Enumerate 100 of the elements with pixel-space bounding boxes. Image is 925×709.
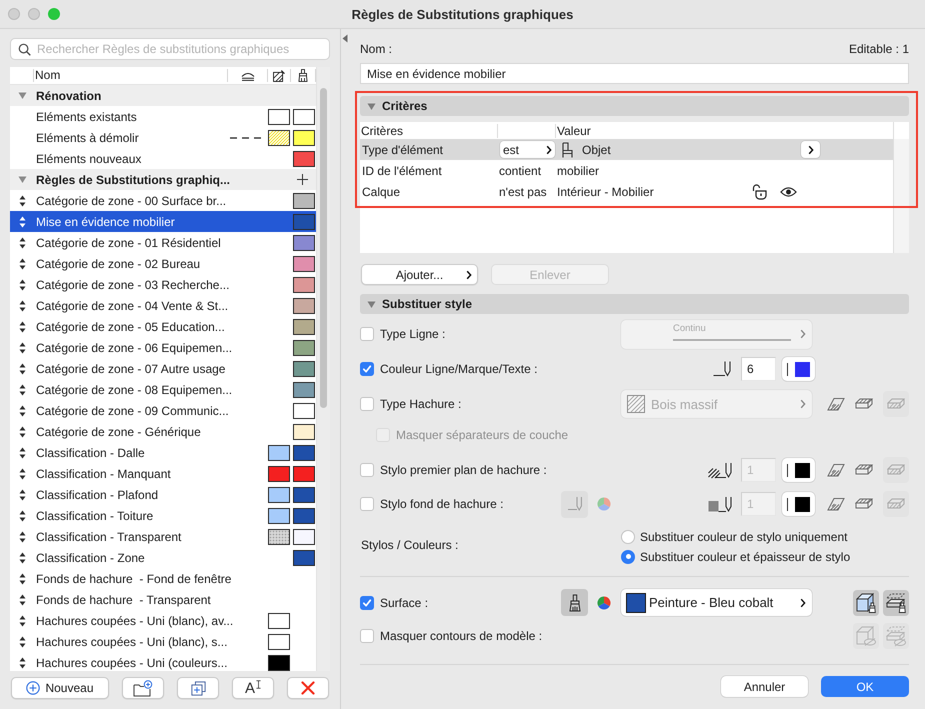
checkbox[interactable] — [360, 463, 374, 477]
drag-handle-icon[interactable] — [19, 488, 26, 500]
search-field[interactable]: Rechercher Règles de substitutions graphiques — [10, 38, 330, 60]
drag-handle-icon[interactable] — [19, 258, 26, 270]
list-item[interactable]: Fonds de hachure - Fond de fenêtre — [10, 568, 316, 589]
section-fill-icon[interactable] — [827, 497, 845, 511]
list-item[interactable]: Hachures coupées - Uni (blanc), av... — [10, 610, 316, 631]
list-item[interactable]: Classification - Transparent — [10, 526, 316, 547]
drag-handle-icon[interactable] — [19, 320, 26, 332]
list-item[interactable]: Classification - Plafond — [10, 484, 316, 505]
unlocked-padlock-icon[interactable] — [752, 184, 768, 200]
list-item[interactable]: Catégorie de zone - 02 Bureau — [10, 253, 316, 274]
drag-handle-icon[interactable] — [19, 278, 26, 290]
list-item[interactable]: Catégorie de zone - 07 Autre usage — [10, 358, 316, 379]
drag-handle-icon[interactable] — [19, 594, 26, 606]
drag-handle-icon[interactable] — [19, 468, 26, 480]
drag-handle-icon[interactable] — [19, 572, 26, 584]
slab-top-icon[interactable] — [855, 397, 873, 411]
list-item[interactable]: Hachures coupées - Uni (blanc), s... — [10, 631, 316, 652]
add-menu-button[interactable]: Ajouter... — [361, 264, 478, 285]
checkbox[interactable] — [360, 397, 374, 411]
drag-handle-icon[interactable] — [19, 446, 26, 458]
radio-button[interactable] — [621, 530, 635, 544]
color-wheel-icon[interactable] — [597, 497, 611, 511]
list-item[interactable]: Catégorie de zone - 09 Communic... — [10, 400, 316, 421]
slab-top-icon[interactable] — [855, 463, 873, 477]
radio-button[interactable] — [621, 550, 635, 564]
scrollbar-thumb[interactable] — [320, 88, 327, 408]
drag-handle-icon[interactable] — [19, 510, 26, 522]
checkbox[interactable] — [360, 497, 374, 511]
group-header[interactable]: Règles de Substitutions graphiq... — [10, 169, 316, 190]
drag-handle-icon[interactable] — [19, 362, 26, 374]
slab-top-icon[interactable] — [855, 497, 873, 511]
rename-button[interactable]: A — [232, 677, 274, 699]
list-item[interactable]: Fonds de hachure - Transparent — [10, 589, 316, 610]
list-item[interactable]: Classification - Zone — [10, 547, 316, 568]
pen-color-button[interactable] — [782, 357, 815, 381]
value-menu-button[interactable] — [801, 141, 820, 158]
drag-handle-icon[interactable] — [19, 236, 26, 248]
drag-handle-icon[interactable] — [19, 530, 26, 542]
drag-handle-icon[interactable] — [19, 426, 26, 438]
brush-icon[interactable] — [298, 69, 308, 82]
group-header[interactable]: Rénovation — [10, 85, 316, 106]
drag-handle-icon[interactable] — [19, 404, 26, 416]
table-row[interactable]: Type d'élément est Objet — [360, 139, 893, 160]
ok-button[interactable]: OK — [821, 676, 909, 697]
list-item[interactable]: Catégorie de zone - 03 Recherche... — [10, 274, 316, 295]
list-item[interactable]: Catégorie de zone - 00 Surface br... — [10, 190, 316, 211]
delete-button[interactable] — [287, 677, 329, 699]
drag-handle-icon[interactable] — [19, 552, 26, 564]
drag-handle-icon[interactable] — [19, 656, 26, 668]
new-folder-button[interactable] — [122, 677, 164, 699]
name-field[interactable]: Mise en évidence mobilier — [360, 63, 909, 84]
column-header[interactable]: Nom — [33, 69, 227, 82]
cube-mode-button[interactable] — [853, 590, 879, 616]
brush-button[interactable] — [561, 589, 588, 616]
list-item[interactable]: Catégorie de zone - 08 Equipemen... — [10, 379, 316, 400]
list-item[interactable]: Eléments nouveaux — [10, 148, 316, 169]
pen-color-button[interactable] — [782, 458, 815, 482]
table-row[interactable]: Calque n'est pas Intérieur - Mobilier — [360, 181, 893, 202]
drag-handle-icon[interactable] — [19, 300, 26, 312]
list-item[interactable]: Hachures coupées - Uni (couleurs... — [10, 652, 316, 671]
pen-color-button[interactable] — [782, 492, 815, 516]
list-item[interactable]: Eléments existants — [10, 106, 316, 127]
color-wheel-icon[interactable] — [597, 596, 611, 610]
list-item[interactable]: Catégorie de zone - 04 Vente & St... — [10, 295, 316, 316]
hatch-icon[interactable] — [273, 70, 285, 82]
new-button[interactable]: Nouveau — [11, 677, 109, 699]
list-item[interactable]: Catégorie de zone - 06 Equipemen... — [10, 337, 316, 358]
drag-handle-icon[interactable] — [19, 384, 26, 396]
list-item[interactable]: Classification - Dalle — [10, 442, 316, 463]
column-header[interactable]: Critères — [360, 124, 497, 138]
list-item[interactable]: Catégorie de zone - 05 Education... — [10, 316, 316, 337]
drag-handle-icon[interactable] — [19, 194, 26, 206]
cancel-button[interactable]: Annuler — [721, 676, 808, 697]
checkbox[interactable] — [360, 362, 374, 376]
table-row[interactable]: ID de l'élément contient mobilier — [360, 160, 893, 181]
drag-handle-icon[interactable] — [19, 636, 26, 648]
drag-handle-icon[interactable] — [19, 342, 26, 354]
collapse-icon[interactable] — [342, 34, 348, 43]
list-item[interactable]: Catégorie de zone - Générique — [10, 421, 316, 442]
pen-number-field[interactable]: 6 — [741, 357, 776, 381]
list-item[interactable]: Catégorie de zone - 01 Résidentiel — [10, 232, 316, 253]
add-icon[interactable] — [297, 174, 308, 185]
operator-popup[interactable]: est — [500, 141, 555, 158]
eye-icon[interactable] — [780, 186, 797, 198]
line-style-icon[interactable] — [240, 70, 254, 80]
list-item[interactable]: Classification - Toiture — [10, 505, 316, 526]
checkbox[interactable] — [360, 596, 374, 610]
list-item[interactable]: Mise en évidence mobilier — [10, 211, 316, 232]
checkbox[interactable] — [360, 327, 374, 341]
section-header[interactable]: Critères — [360, 96, 909, 116]
section-fill-icon[interactable] — [827, 397, 845, 411]
drag-handle-icon[interactable] — [19, 614, 26, 626]
list-item[interactable]: Classification - Manquant — [10, 463, 316, 484]
slab-mode-button[interactable] — [883, 590, 909, 616]
surface-popup[interactable]: Peinture - Bleu cobalt — [621, 589, 812, 616]
drag-handle-icon[interactable] — [19, 216, 26, 228]
section-fill-icon[interactable] — [827, 463, 845, 477]
list-item[interactable]: Eléments à démolir — [10, 127, 316, 148]
